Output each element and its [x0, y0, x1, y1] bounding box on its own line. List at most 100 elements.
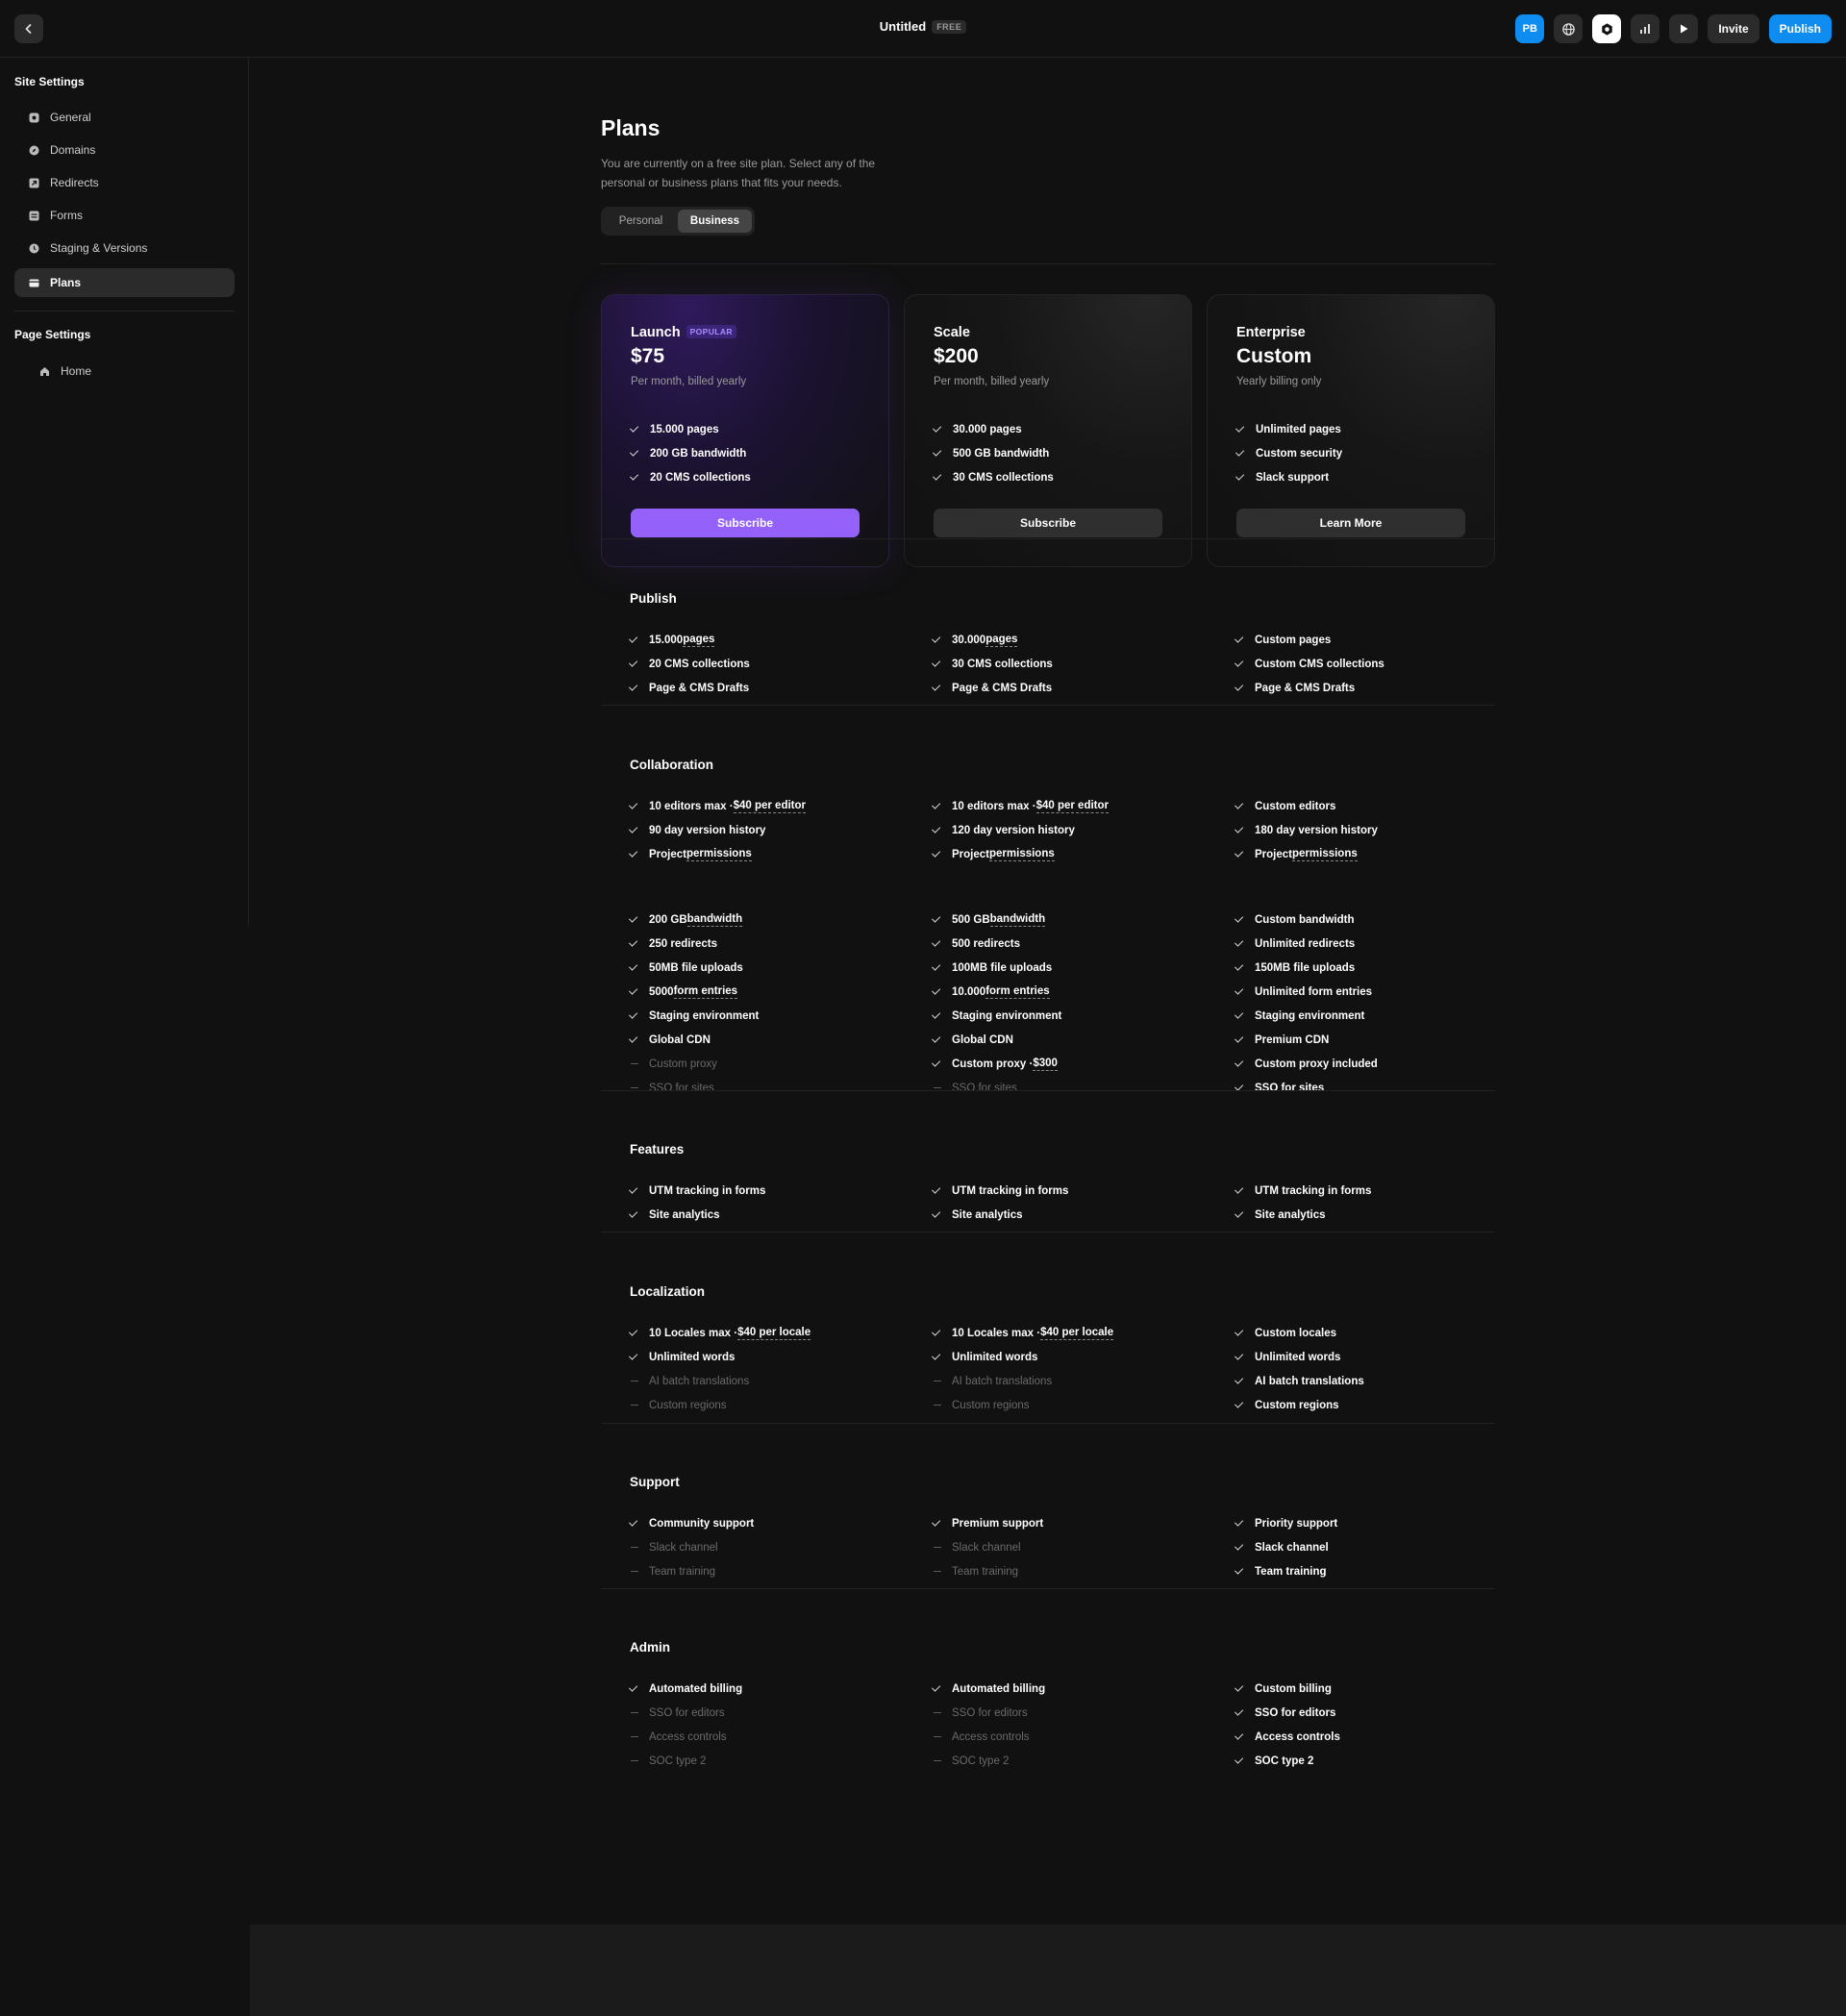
feature-row: Global CDN [931, 1028, 1061, 1052]
plan-name: Enterprise [1236, 325, 1306, 340]
feature-link[interactable]: $40 per locale [1040, 1327, 1114, 1340]
check-icon [1235, 423, 1245, 433]
feature-link[interactable]: permissions [989, 848, 1055, 861]
plan-features: 15.000 pages 200 GB bandwidth 20 CMS col… [629, 417, 751, 489]
analytics-icon[interactable] [1631, 14, 1660, 43]
feature-row: Unlimited words [1234, 1345, 1364, 1369]
feature-text: UTM tracking in forms [952, 1184, 1069, 1197]
feature-text: Premium support [952, 1517, 1044, 1530]
sidebar-item-domains[interactable]: Domains [14, 136, 235, 164]
feature-link[interactable]: $40 per editor [1035, 800, 1109, 813]
feature-link[interactable]: permissions [1292, 848, 1358, 861]
feature-text: AI batch translations [1255, 1375, 1364, 1387]
sidebar-item-label: General [50, 111, 91, 124]
feature-row: Slack channel [1234, 1535, 1337, 1559]
features-column-3: UTM tracking in forms Site analytics [1234, 1179, 1371, 1227]
feature-link[interactable]: $40 per editor [733, 800, 806, 813]
check-icon [1234, 961, 1244, 971]
subscribe-launch-button[interactable]: Subscribe [631, 509, 860, 537]
dash-icon [631, 1570, 638, 1573]
plan-card-scale: Scale $200 Per month, billed yearly 30.0… [904, 294, 1192, 567]
feature-row: 90 day version history [628, 818, 806, 842]
feature-text: Project [649, 848, 686, 860]
dash-icon [934, 1546, 941, 1549]
plan-feature: Custom security [1235, 441, 1343, 465]
feature-text: 250 redirects [649, 937, 717, 950]
feature-row: Team training [1234, 1559, 1337, 1583]
feature-text: Staging environment [649, 1009, 760, 1022]
feature-text: Automated billing [649, 1682, 743, 1695]
feature-text: Page & CMS Drafts [952, 682, 1053, 694]
sidebar-item-redirects[interactable]: Redirects [14, 168, 235, 197]
feature-link[interactable]: bandwidth [686, 913, 743, 927]
feature-text: Custom billing [1255, 1682, 1332, 1695]
toggle-business[interactable]: Business [678, 210, 752, 233]
check-icon [1234, 658, 1244, 667]
check-icon [931, 1009, 941, 1019]
feature-row: SSO for editors [630, 1701, 742, 1725]
subscribe-scale-button[interactable]: Subscribe [934, 509, 1162, 537]
feature-link[interactable]: form entries [985, 985, 1050, 999]
feature-link[interactable]: pages [683, 634, 715, 647]
toggle-personal[interactable]: Personal [604, 210, 678, 233]
sidebar-item-staging-versions[interactable]: Staging & Versions [14, 234, 235, 262]
check-icon [1234, 1730, 1244, 1740]
feature-row: 180 day version history [1234, 818, 1378, 842]
plan-feature-text: 500 GB bandwidth [953, 447, 1050, 460]
feature-link[interactable]: $300 [1033, 1058, 1058, 1071]
plan-feature: 30 CMS collections [932, 465, 1054, 489]
feature-row: Unlimited form entries [1234, 980, 1378, 1004]
feature-text: UTM tracking in forms [649, 1184, 766, 1197]
feature-text: SSO for editors [952, 1706, 1028, 1719]
feature-row: 500 redirects [931, 932, 1061, 956]
plans-description: You are currently on a free site plan. S… [601, 157, 876, 189]
feature-row: SSO for sites [1234, 1076, 1378, 1100]
check-icon [1234, 913, 1244, 923]
check-icon [931, 1327, 941, 1336]
sidebar-item-general[interactable]: General [14, 103, 235, 132]
feature-link[interactable]: bandwidth [989, 913, 1046, 927]
check-icon [1235, 447, 1245, 457]
page-title: Plans [601, 115, 661, 140]
feature-row: Staging environment [1234, 1004, 1378, 1028]
toolbar-actions: PB Invite Publish [1515, 14, 1832, 43]
feature-row: UTM tracking in forms [628, 1179, 766, 1203]
feature-text: Unlimited words [1255, 1351, 1341, 1363]
feature-text: SSO for sites [952, 1082, 1017, 1094]
feature-text: 100MB file uploads [952, 961, 1053, 974]
check-icon [1234, 1399, 1244, 1408]
sidebar-item-forms[interactable]: Forms [14, 201, 235, 230]
feature-row: SSO for sites [933, 1076, 1061, 1100]
sidebar-item-home[interactable]: Home [14, 357, 235, 386]
feature-link[interactable]: form entries [673, 985, 738, 999]
publish-button[interactable]: Publish [1768, 14, 1832, 43]
user-avatar[interactable]: PB [1515, 14, 1545, 43]
feature-text: Site analytics [952, 1208, 1023, 1221]
feature-text: Custom proxy included [1255, 1058, 1378, 1070]
feature-text: Team training [649, 1565, 716, 1578]
dash-icon [934, 1735, 941, 1738]
plan-feature-text: Custom security [1256, 447, 1343, 460]
feature-text: 200 GB [649, 913, 687, 926]
check-icon [1235, 471, 1245, 481]
feature-link[interactable]: $40 per locale [737, 1327, 811, 1340]
check-icon [931, 1208, 941, 1218]
feature-row: 30.000 pages [931, 628, 1053, 652]
plan-feature-text: 15.000 pages [650, 423, 719, 436]
plan-feature-text: Unlimited pages [1256, 423, 1341, 436]
play-icon[interactable] [1669, 14, 1699, 43]
plan-features: 30.000 pages 500 GB bandwidth 30 CMS col… [932, 417, 1054, 489]
feature-text: Custom regions [952, 1399, 1030, 1411]
invite-button[interactable]: Invite [1708, 14, 1759, 43]
feature-link[interactable]: pages [985, 634, 1018, 647]
settings-icon[interactable] [1592, 14, 1622, 43]
feature-link[interactable]: permissions [686, 848, 752, 861]
learn-more-enterprise-button[interactable]: Learn More [1236, 509, 1465, 537]
feature-text: SSO for editors [1255, 1706, 1336, 1719]
globe-icon[interactable] [1554, 14, 1584, 43]
feature-row: Custom regions [1234, 1393, 1364, 1417]
feature-text: 15.000 [649, 634, 684, 646]
sidebar-item-plans[interactable]: Plans [14, 268, 235, 297]
feature-text: Custom regions [1255, 1399, 1339, 1411]
feature-row: Access controls [1234, 1725, 1340, 1749]
